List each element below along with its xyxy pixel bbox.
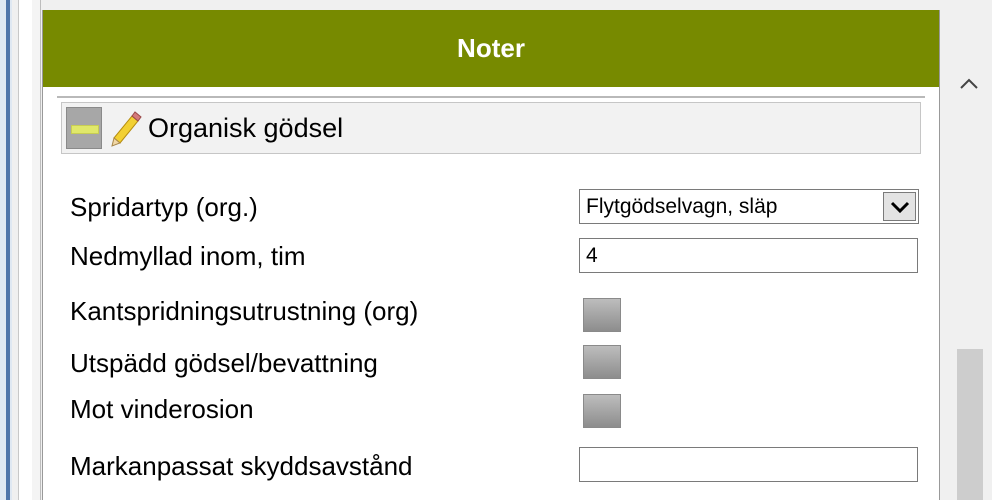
section-title: Organisk gödsel <box>148 112 344 143</box>
nedmyllad-input[interactable]: 4 <box>579 238 918 273</box>
panel-header: Noter <box>43 10 939 87</box>
label-utspadd: Utspädd gödsel/bevattning <box>70 347 378 378</box>
notes-panel: Noter Organisk gödsel Spridartyp (org.) … <box>42 10 940 500</box>
label-kantspridning: Kantspridningsutrustning (org) <box>70 295 419 326</box>
label-spridartyp: Spridartyp (org.) <box>70 191 258 222</box>
edit-button[interactable] <box>108 108 142 148</box>
pencil-icon <box>111 111 142 147</box>
collapse-button[interactable] <box>66 107 102 149</box>
header-divider <box>57 87 925 98</box>
label-nedmyllad: Nedmyllad inom, tim <box>70 240 306 271</box>
label-skyddsavstand: Markanpassat skyddsavstånd <box>70 450 413 481</box>
chevron-down-icon <box>890 201 909 213</box>
vinderosion-checkbox[interactable] <box>583 394 621 428</box>
spridartyp-select[interactable]: Flytgödselvagn, släp <box>579 189 919 224</box>
skyddsavstand-input[interactable] <box>579 447 918 482</box>
kantspridning-checkbox[interactable] <box>583 298 621 332</box>
vertical-scrollbar[interactable] <box>946 0 992 500</box>
chevron-up-icon <box>960 78 978 89</box>
left-window-edge <box>0 0 12 500</box>
panel-title: Noter <box>457 33 525 63</box>
scroll-thumb[interactable] <box>957 349 983 500</box>
scroll-up-button[interactable] <box>946 54 992 114</box>
section-header-organisk-godsel: Organisk gödsel <box>61 102 921 154</box>
utspadd-checkbox[interactable] <box>583 345 621 379</box>
label-vinderosion: Mot vinderosion <box>70 393 254 424</box>
left-accent-bar <box>6 0 10 500</box>
inner-frame <box>32 0 41 500</box>
minus-icon <box>71 125 99 134</box>
spridartyp-value: Flytgödselvagn, släp <box>586 194 778 218</box>
outer-frame <box>18 0 33 500</box>
dropdown-button[interactable] <box>883 192 916 221</box>
